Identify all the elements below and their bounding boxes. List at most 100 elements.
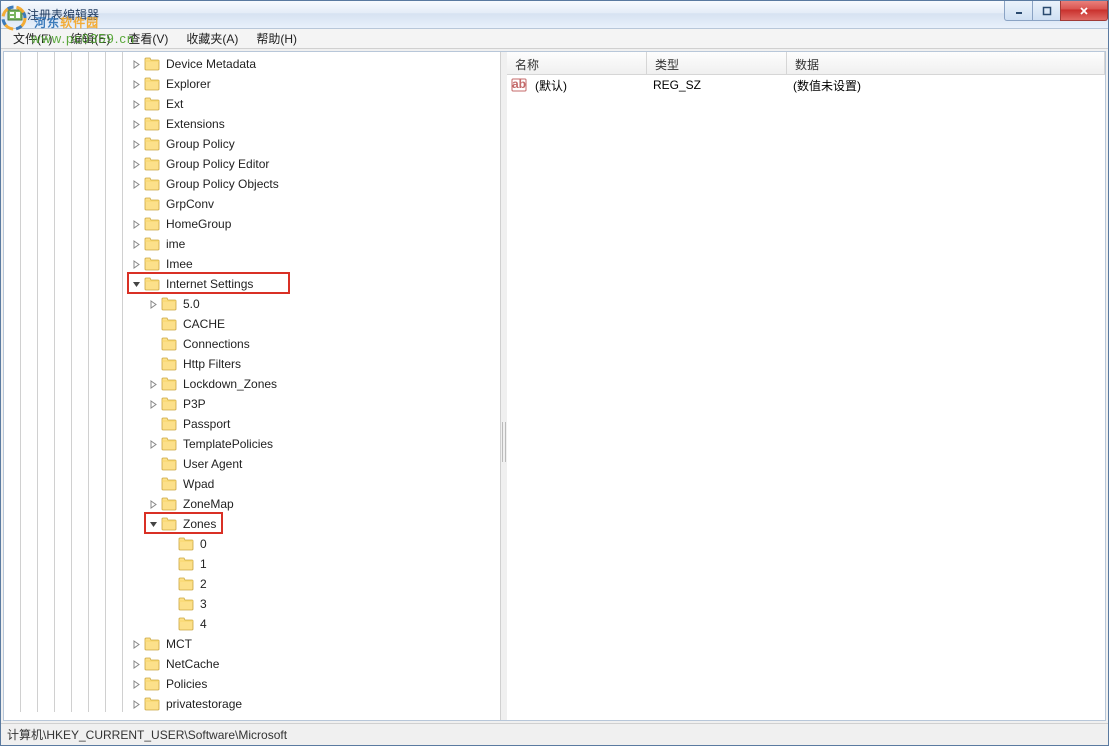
expand-icon[interactable]	[131, 219, 142, 230]
tree-item[interactable]: Extensions	[4, 114, 500, 134]
list-body: ab(默认)REG_SZ(数值未设置)	[507, 75, 1105, 720]
expand-icon[interactable]	[148, 399, 159, 410]
tree-item-label: MCT	[164, 636, 194, 652]
tree-item-label: Passport	[181, 416, 232, 432]
tree-item[interactable]: Zones	[4, 514, 500, 534]
menu-file[interactable]: 文件(F)	[5, 28, 60, 49]
expand-icon[interactable]	[131, 659, 142, 670]
tree-item[interactable]: 1	[4, 554, 500, 574]
tree-item[interactable]: 3	[4, 594, 500, 614]
list-row[interactable]: ab(默认)REG_SZ(数值未设置)	[507, 75, 1105, 95]
tree-item[interactable]: User Agent	[4, 454, 500, 474]
expand-icon[interactable]	[131, 239, 142, 250]
tree-item[interactable]: privatestorage	[4, 694, 500, 714]
tree-item-label: Extensions	[164, 116, 227, 132]
col-type[interactable]: 类型	[647, 52, 787, 74]
expand-icon[interactable]	[131, 679, 142, 690]
expand-icon[interactable]	[131, 119, 142, 130]
maximize-button[interactable]	[1032, 1, 1061, 21]
tree-item-label: 0	[198, 536, 209, 552]
tree-item[interactable]: ime	[4, 234, 500, 254]
collapse-icon[interactable]	[131, 279, 142, 290]
tree-item[interactable]: Internet Settings	[4, 274, 500, 294]
tree-item[interactable]: Connections	[4, 334, 500, 354]
expand-icon[interactable]	[131, 259, 142, 270]
folder-icon	[144, 277, 160, 291]
tree-item[interactable]: 4	[4, 614, 500, 634]
tree: Device MetadataExplorerExt Extensions Grou…	[4, 52, 500, 716]
tree-item[interactable]: ZoneMap	[4, 494, 500, 514]
tree-item[interactable]: Group Policy Editor	[4, 154, 500, 174]
folder-icon	[144, 137, 160, 151]
expand-icon[interactable]	[148, 439, 159, 450]
col-data[interactable]: 数据	[787, 52, 1105, 74]
tree-item[interactable]: Passport	[4, 414, 500, 434]
tree-item-label: 5.0	[181, 296, 202, 312]
folder-icon	[161, 457, 177, 471]
menu-help[interactable]: 帮助(H)	[248, 28, 305, 49]
tree-item[interactable]: 2	[4, 574, 500, 594]
tree-item[interactable]: TemplatePolicies	[4, 434, 500, 454]
tree-item[interactable]: Imee	[4, 254, 500, 274]
folder-icon	[178, 617, 194, 631]
folder-icon	[144, 97, 160, 111]
cell-type: REG_SZ	[649, 78, 789, 92]
minimize-button[interactable]	[1004, 1, 1033, 21]
folder-icon	[178, 557, 194, 571]
expand-icon[interactable]	[131, 179, 142, 190]
tree-item-label: TemplatePolicies	[181, 436, 275, 452]
toggle-spacer	[165, 619, 176, 630]
toggle-spacer	[165, 579, 176, 590]
tree-item[interactable]: Http Filters	[4, 354, 500, 374]
expand-icon[interactable]	[131, 139, 142, 150]
list-pane[interactable]: 名称 类型 数据 ab(默认)REG_SZ(数值未设置)	[507, 52, 1105, 720]
folder-icon	[144, 57, 160, 71]
tree-item[interactable]: Wpad	[4, 474, 500, 494]
collapse-icon[interactable]	[148, 519, 159, 530]
menu-favorites[interactable]: 收藏夹(A)	[178, 28, 246, 49]
tree-item[interactable]: Explorer	[4, 74, 500, 94]
tree-item[interactable]: 0	[4, 534, 500, 554]
tree-item-label: Connections	[181, 336, 252, 352]
tree-item-label: 1	[198, 556, 209, 572]
tree-item[interactable]: Ext	[4, 94, 500, 114]
menu-edit[interactable]: 编辑(E)	[62, 28, 118, 49]
tree-item[interactable]: CACHE	[4, 314, 500, 334]
expand-icon[interactable]	[131, 699, 142, 710]
tree-item[interactable]: NetCache	[4, 654, 500, 674]
tree-pane[interactable]: Device MetadataExplorerExt Extensions Grou…	[4, 52, 501, 720]
tree-item[interactable]: Policies	[4, 674, 500, 694]
window-controls	[1005, 1, 1108, 21]
folder-icon	[161, 477, 177, 491]
toggle-spacer	[165, 539, 176, 550]
tree-item[interactable]: Device Metadata	[4, 54, 500, 74]
tree-item[interactable]: Group Policy Objects	[4, 174, 500, 194]
close-button[interactable]	[1060, 1, 1108, 21]
folder-icon	[144, 217, 160, 231]
menu-view[interactable]: 查看(V)	[120, 28, 176, 49]
tree-item[interactable]: Group Policy	[4, 134, 500, 154]
titlebar[interactable]: 注册表编辑器	[1, 1, 1108, 29]
list-header: 名称 类型 数据	[507, 52, 1105, 75]
expand-icon[interactable]	[148, 299, 159, 310]
expand-icon[interactable]	[131, 79, 142, 90]
folder-icon	[144, 657, 160, 671]
tree-item[interactable]: P3P	[4, 394, 500, 414]
tree-item-label: Lockdown_Zones	[181, 376, 279, 392]
expand-icon[interactable]	[148, 499, 159, 510]
toggle-spacer	[148, 359, 159, 370]
tree-item[interactable]: GrpConv	[4, 194, 500, 214]
expand-icon[interactable]	[131, 159, 142, 170]
tree-item-label: NetCache	[164, 656, 221, 672]
expand-icon[interactable]	[148, 379, 159, 390]
expand-icon[interactable]	[131, 59, 142, 70]
tree-item[interactable]: HomeGroup	[4, 214, 500, 234]
tree-item[interactable]: MCT	[4, 634, 500, 654]
tree-item[interactable]: Lockdown_Zones	[4, 374, 500, 394]
toggle-spacer	[131, 199, 142, 210]
expand-icon[interactable]	[131, 99, 142, 110]
col-name[interactable]: 名称	[507, 52, 647, 74]
splitter[interactable]	[501, 52, 507, 720]
expand-icon[interactable]	[131, 639, 142, 650]
tree-item[interactable]: 5.0	[4, 294, 500, 314]
